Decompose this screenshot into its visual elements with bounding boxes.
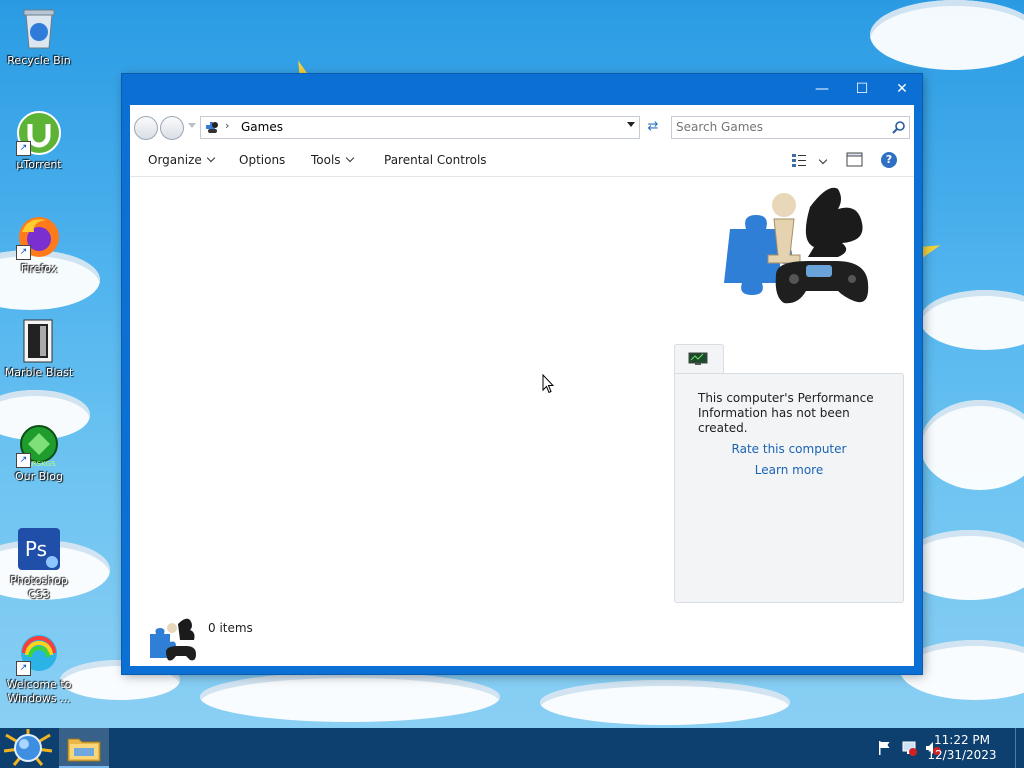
chevron-down-icon [345,153,354,163]
options-button[interactable]: Options [239,153,285,167]
recycle-bin-icon [16,6,62,52]
svg-text:Ps: Ps [25,537,47,561]
back-button[interactable] [134,116,158,140]
desktop-icon-welcome[interactable]: ↗ Welcome to Windows ... [0,630,78,706]
desktop-icon-our-blog[interactable]: SARSKGS ↗ Our Blog [0,422,78,484]
breadcrumb-separator: › [225,119,230,132]
show-desktop-button[interactable] [1015,728,1024,768]
games-small-icon [150,618,196,661]
forward-button[interactable] [160,116,184,140]
games-explorer-window: — ☐ ✕ › Games ⇄ Search Games Organize Op… [122,74,922,674]
command-bar: Organize Options Tools Parental Controls… [130,145,914,177]
desktop-icon-firefox[interactable]: ↗ Firefox [0,214,78,276]
desktop-icon-marble-blast[interactable]: Marble Blast [0,318,78,380]
address-bar[interactable]: › Games [200,116,640,139]
games-artwork-icon [724,187,869,304]
mouse-pointer-icon [542,374,554,394]
marble-blast-icon [16,318,62,364]
desktop-icon-label: Marble Blast [4,366,74,379]
desktop-icon-recycle-bin[interactable]: Recycle Bin [0,6,78,68]
shortcut-arrow-icon: ↗ [16,141,31,156]
clock-date: 12/31/2023 [927,748,997,762]
chevron-down-icon [206,153,216,163]
window-client: › Games ⇄ Organize Options Tools Parenta… [130,105,914,666]
shortcut-arrow-icon: ↗ [16,453,31,468]
desktop-icon-label: Our Blog [15,470,63,483]
breadcrumb-games[interactable]: Games [241,120,283,134]
system-clock[interactable]: 11:22 PM 12/31/2023 [922,733,1002,763]
close-button[interactable]: ✕ [882,74,922,105]
search-icon[interactable] [892,120,906,134]
games-folder-icon [206,122,218,133]
search-box[interactable] [671,116,910,139]
search-input[interactable] [676,119,876,135]
maximize-button[interactable]: ☐ [842,74,882,105]
network-icon[interactable] [901,740,917,756]
desktop-icon-label: Photoshop CS3 [10,574,68,601]
tools-menu[interactable]: Tools [311,153,354,167]
blog-icon: SARSKGS ↗ [16,422,62,468]
rate-this-computer-link[interactable]: Rate this computer [675,442,903,456]
start-button-icon[interactable] [2,729,54,767]
recent-pages-dropdown-icon[interactable] [188,123,196,128]
organize-menu[interactable]: Organize [148,153,216,167]
folder-icon [67,738,101,762]
help-button[interactable]: ? [881,152,897,168]
performance-monitor-icon [688,352,708,365]
change-view-icon[interactable] [791,152,809,168]
utorrent-icon: ↗ [16,110,62,156]
tools-label: Tools [311,153,341,167]
learn-more-link[interactable]: Learn more [675,463,903,477]
address-dropdown-icon[interactable] [627,122,635,127]
desktop-icon-label: Recycle Bin [7,54,71,67]
title-bar[interactable]: — ☐ ✕ [122,74,922,105]
item-count: 0 items [208,621,253,635]
shortcut-arrow-icon: ↗ [16,661,31,676]
rainbow-orb-icon: ↗ [16,630,62,676]
organize-label: Organize [148,153,202,167]
action-center-flag-icon[interactable] [876,740,892,756]
performance-message: This computer's Performance Information … [698,391,874,435]
clock-time: 11:22 PM [934,733,990,747]
desktop-icon-utorrent[interactable]: ↗ µTorrent [0,110,78,172]
preview-pane-icon[interactable] [846,152,864,168]
taskbar: 11:22 PM 12/31/2023 [0,728,1024,768]
desktop-icon-label: µTorrent [16,158,62,171]
view-options-chevron-icon[interactable] [818,155,828,165]
refresh-icon[interactable]: ⇄ [642,116,664,137]
desktop-icon-photoshop[interactable]: Ps Photoshop CS3 [0,526,78,602]
minimize-button[interactable]: — [802,74,842,105]
desktop-icon-label: Welcome to Windows ... [6,678,72,705]
performance-tab[interactable] [674,344,724,375]
photoshop-icon: Ps [16,526,62,572]
taskbar-explorer-button[interactable] [59,728,109,768]
performance-panel: This computer's Performance Information … [674,373,904,603]
desktop-icon-label: Firefox [20,262,58,275]
parental-controls-button[interactable]: Parental Controls [384,153,487,167]
firefox-icon: ↗ [16,214,62,260]
shortcut-arrow-icon: ↗ [16,245,31,260]
